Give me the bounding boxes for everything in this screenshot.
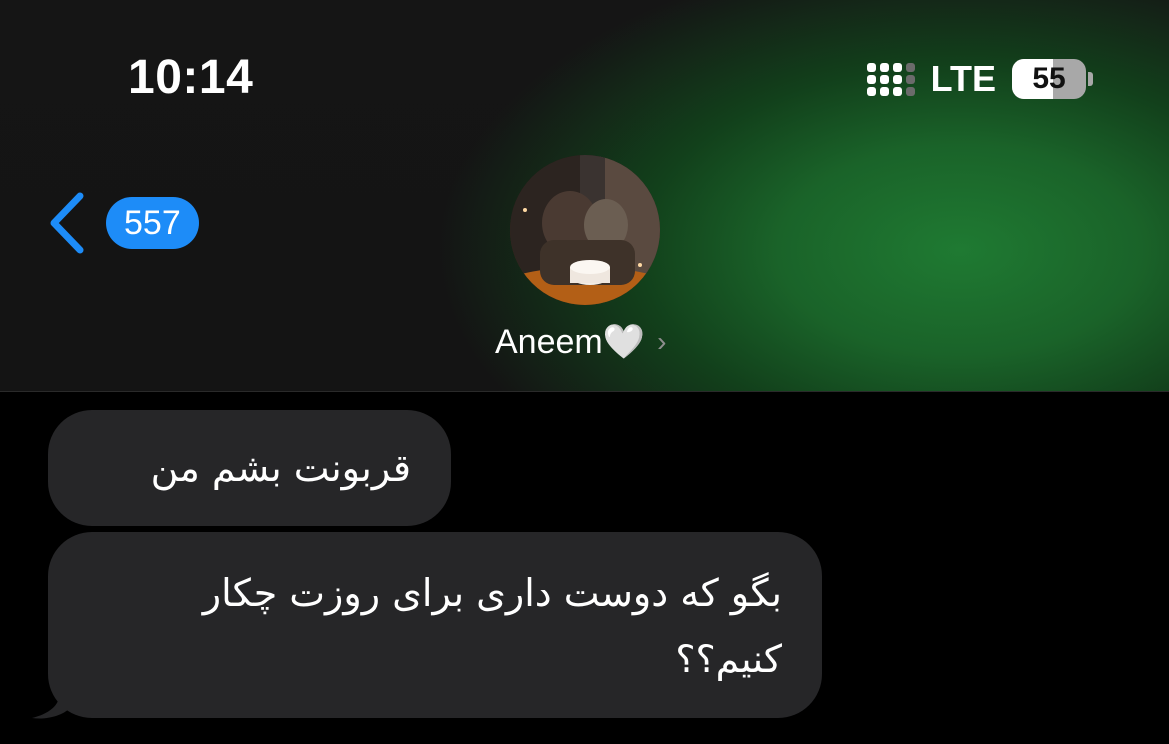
message-text-line: کنیم؟؟ — [675, 637, 782, 681]
status-indicators: LTE 55 — [866, 58, 1093, 100]
bubble-tail — [32, 672, 70, 719]
unread-count-badge: 557 — [106, 197, 199, 249]
contact-name: Aneem — [495, 322, 603, 361]
white-heart-icon: 🤍 — [602, 323, 646, 361]
battery-nub — [1088, 72, 1093, 86]
back-button[interactable]: 557 — [44, 190, 199, 256]
message-bubble[interactable]: قربونت بشم من — [48, 410, 451, 526]
status-time: 10:14 — [128, 51, 254, 104]
avatar-photo — [510, 155, 660, 305]
signal-dot — [866, 74, 876, 84]
network-type: LTE — [930, 58, 996, 99]
signal-dot — [892, 74, 902, 84]
signal-dot — [879, 62, 889, 72]
signal-dot — [905, 62, 915, 72]
signal-dot — [879, 74, 889, 84]
messages-screen: 10:14 LTE 55 557 Aneem 🤍 › قربونت بشم من… — [0, 0, 1169, 744]
cellular-signal-icon — [866, 62, 915, 96]
signal-dot — [892, 86, 902, 96]
chevron-left-icon — [50, 192, 84, 254]
signal-dot — [892, 62, 902, 72]
battery-icon: 55 — [1012, 59, 1086, 99]
message-text: قربونت بشم من — [150, 446, 411, 490]
signal-dot — [905, 74, 915, 84]
contact-avatar[interactable] — [510, 155, 660, 305]
signal-dot — [866, 86, 876, 96]
message-list: قربونت بشم من بگو که دوست داری برای روزت… — [0, 392, 1169, 744]
conversation-header: 10:14 LTE 55 557 Aneem 🤍 › — [0, 0, 1169, 392]
battery-percent: 55 — [1032, 62, 1066, 95]
signal-dot — [866, 62, 876, 72]
contact-name-button[interactable]: Aneem 🤍 › — [495, 322, 666, 362]
chevron-right-icon: › — [657, 326, 667, 357]
message-bubble[interactable]: بگو که دوست داری برای روزت چکار کنیم؟؟ — [48, 532, 822, 718]
message-text-line: بگو که دوست داری برای روزت چکار — [202, 571, 782, 615]
signal-dot — [905, 86, 915, 96]
signal-dot — [879, 86, 889, 96]
